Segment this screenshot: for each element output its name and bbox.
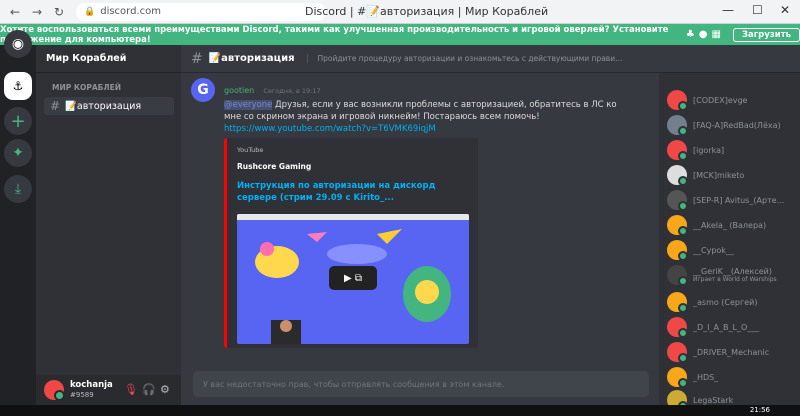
video-embed: YouTube Rushcore Gaming Инструкция по ав… xyxy=(224,138,478,348)
minimize-button[interactable]: — xyxy=(722,3,734,17)
server-name: Мир Кораблей xyxy=(46,53,127,64)
download-apps-icon[interactable]: ⤓ xyxy=(4,175,32,203)
member-list-toolbar xyxy=(659,45,800,73)
channel-sidebar: Мир Кораблей МИР КОРАБЛЕЙ # 📝авторизация… xyxy=(36,45,181,405)
message-text: @everyone Друзья, если у вас возникли пр… xyxy=(224,99,634,123)
window-title: Discord | #📝авторизация | Мир Кораблей xyxy=(305,5,549,18)
mute-icon[interactable]: 🎙 xyxy=(124,383,138,396)
server-rail: ◉ ⚓ + ✦ ⤓ xyxy=(0,30,36,405)
maximize-button[interactable]: ☐ xyxy=(752,3,763,17)
message-input-placeholder: У вас недостаточно прав, чтобы отправлят… xyxy=(203,379,505,389)
member-name: [SEP-R] Avitus_(Арте... xyxy=(693,195,785,205)
avatar xyxy=(667,190,688,211)
member-list: [CODEX]evge [FAQ-A]RedBad(Лёха) [igorka]… xyxy=(659,45,800,411)
browser-toolbar: ← → ↻ 🔒 discord.com Discord | #📝авториза… xyxy=(0,0,800,24)
member-item[interactable]: __Akela_ (Валера) xyxy=(667,215,767,236)
channel-item-label: 📝авторизация xyxy=(65,100,142,112)
user-panel: kochanja #9589 🎙 🎧 ⚙ xyxy=(36,375,181,405)
channel-header: # 📝авторизация Пройдите процедуру автори… xyxy=(181,45,659,73)
avatar xyxy=(667,240,688,261)
avatar xyxy=(667,115,688,136)
back-icon[interactable]: ← xyxy=(8,5,22,19)
settings-gear-icon[interactable]: ⚙ xyxy=(160,383,170,396)
play-button[interactable]: ▶ ⧉ xyxy=(329,266,377,290)
member-name: __Akela_ (Валера) xyxy=(693,220,767,230)
member-activity: Играет в World of Warships xyxy=(693,276,777,283)
download-button[interactable]: Загрузить xyxy=(732,27,800,42)
reload-icon[interactable]: ↻ xyxy=(52,5,66,19)
video-thumbnail[interactable]: ▶ ⧉ xyxy=(237,214,469,344)
os-taskbar: 21:56 xyxy=(0,405,800,416)
server-icon-mir-korabley[interactable]: ⚓ xyxy=(4,72,32,100)
everyone-mention[interactable]: @everyone xyxy=(224,100,273,110)
member-item[interactable]: __Cypok__ xyxy=(667,240,734,261)
channel-title: 📝авторизация xyxy=(208,53,295,64)
url-text: discord.com xyxy=(100,6,161,17)
message-text-body: Друзья, если у вас возникли проблемы с а… xyxy=(224,100,617,122)
member-name: LegaStark xyxy=(693,395,734,405)
member-name: [MCK]miketo xyxy=(693,170,745,180)
member-item[interactable]: _D_I_A_B_L_O___ xyxy=(667,317,760,338)
channel-item-authorization[interactable]: # 📝авторизация xyxy=(44,97,174,115)
member-name: _D_I_A_B_L_O___ xyxy=(693,322,760,332)
avatar xyxy=(667,367,688,388)
taskbar-clock: 21:56 xyxy=(749,406,770,414)
username: kochanja xyxy=(70,380,113,390)
embed-provider[interactable]: YouTube xyxy=(237,146,468,154)
member-name: [FAQ-A]RedBad(Лёха) xyxy=(693,120,781,130)
member-name: __GeriK__(Алексей) xyxy=(693,267,772,276)
download-notice-banner: ✕ Хотите воспользоваться всеми преимущес… xyxy=(0,24,800,45)
notice-text: Хотите воспользоваться всеми преимуществ… xyxy=(0,24,669,45)
member-item[interactable]: _asmo (Сергей) xyxy=(667,292,758,313)
member-name: __Cypok__ xyxy=(693,245,734,255)
member-name: _asmo (Сергей) xyxy=(693,297,758,307)
member-item[interactable]: [igorka] xyxy=(667,140,725,161)
avatar xyxy=(667,215,688,236)
member-name: _HDS_ xyxy=(693,372,719,382)
os-icons: ♣●▦ xyxy=(685,29,725,40)
member-name: [igorka] xyxy=(693,145,725,155)
category-header[interactable]: МИР КОРАБЛЕЙ xyxy=(52,83,121,92)
avatar xyxy=(667,90,688,111)
avatar xyxy=(667,292,688,313)
avatar xyxy=(667,165,688,186)
member-name: [CODEX]evge xyxy=(693,95,748,105)
forward-icon[interactable]: → xyxy=(30,5,44,19)
member-item[interactable]: [MCK]miketo xyxy=(667,165,745,186)
avatar[interactable] xyxy=(44,380,65,401)
member-item[interactable]: [FAQ-A]RedBad(Лёха) xyxy=(667,115,781,136)
message-input[interactable]: У вас недостаточно прав, чтобы отправлят… xyxy=(193,371,649,397)
member-item[interactable]: [SEP-R] Avitus_(Арте... xyxy=(667,190,785,211)
member-name: _DRIVER_Mechanic xyxy=(693,347,770,357)
member-item[interactable]: _HDS_ xyxy=(667,367,719,388)
add-server-icon[interactable]: + xyxy=(4,107,32,135)
youtube-link[interactable]: https://www.youtube.com/watch?v=T6VMK69i… xyxy=(224,124,634,134)
avatar xyxy=(667,140,688,161)
embed-title[interactable]: Инструкция по авторизации на дискорд сер… xyxy=(237,180,468,204)
avatar xyxy=(667,265,688,286)
avatar xyxy=(667,317,688,338)
chat-area: # 📝авторизация Пройдите процедуру автори… xyxy=(181,45,659,405)
explore-servers-icon[interactable]: ✦ xyxy=(4,139,32,167)
embed-author[interactable]: Rushcore Gaming xyxy=(237,162,468,171)
avatar xyxy=(667,342,688,363)
address-bar[interactable]: 🔒 discord.com xyxy=(76,2,326,21)
category-name: МИР КОРАБЛЕЙ xyxy=(52,83,122,92)
channel-topic[interactable]: Пройдите процедуру авторизации и ознаком… xyxy=(306,54,622,63)
member-item[interactable]: [CODEX]evge xyxy=(667,90,748,111)
member-item[interactable]: _DRIVER_Mechanic xyxy=(667,342,770,363)
text-channel-icon: # xyxy=(191,50,203,67)
message-timestamp: Сегодня, в 19:17 xyxy=(263,87,321,95)
server-header[interactable]: Мир Кораблей xyxy=(36,45,181,73)
close-window-button[interactable]: ✕ xyxy=(780,3,790,17)
headphones-icon[interactable]: 🎧 xyxy=(142,383,156,396)
user-tag: #9589 xyxy=(70,391,94,399)
author-avatar[interactable]: G xyxy=(191,78,215,102)
lock-icon: 🔒 xyxy=(84,6,96,17)
text-channel-icon: # xyxy=(50,99,61,113)
member-item[interactable]: __GeriK__(Алексей) Играет в World of War… xyxy=(667,265,777,286)
discord-home-icon[interactable]: ◉ xyxy=(4,30,32,58)
message-author[interactable]: gootien xyxy=(224,86,254,95)
